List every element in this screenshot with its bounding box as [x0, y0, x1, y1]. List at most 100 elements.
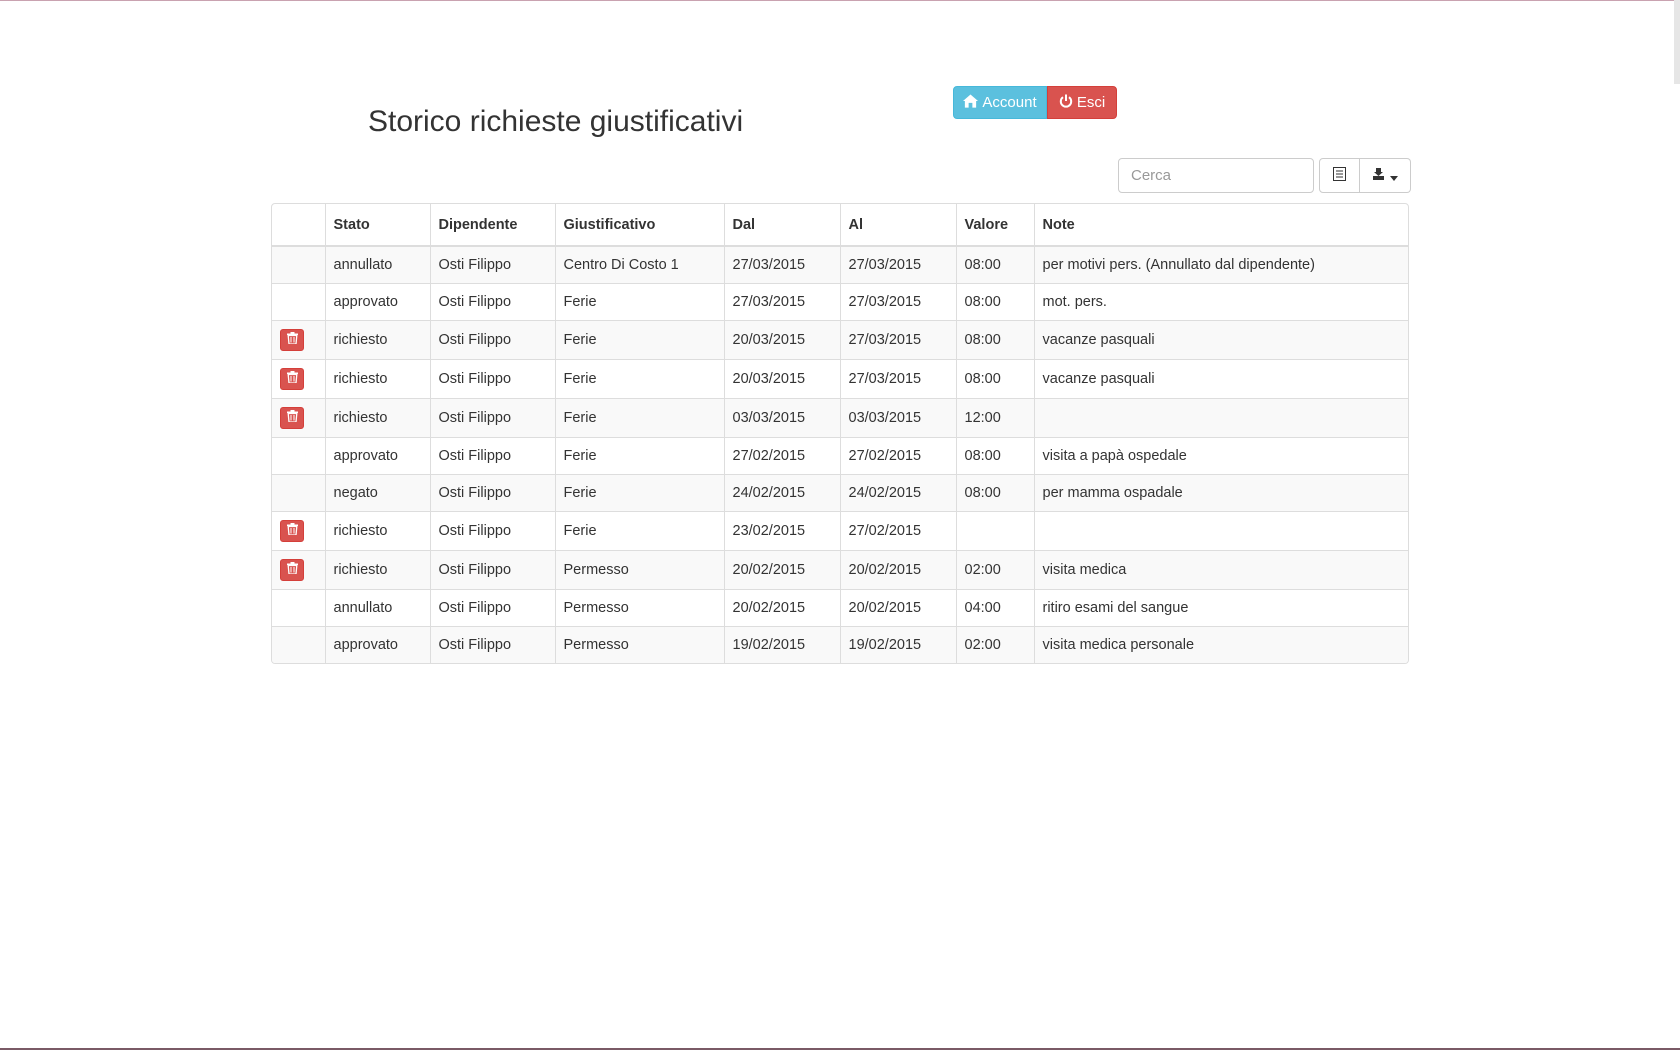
column-header-note[interactable]: Note	[1033, 204, 1408, 247]
page-title: Storico richieste giustificativi	[368, 105, 744, 138]
cell-dal: 20/02/2015	[723, 549, 840, 589]
cell-giustificativo: Permesso	[554, 588, 724, 626]
cell-stato: annullato	[324, 588, 430, 626]
column-header-giustificativo[interactable]: Giustificativo	[554, 204, 724, 247]
cell-dal: 03/03/2015	[723, 397, 840, 437]
cell-valore	[955, 510, 1034, 550]
table-row: approvato Osti Filippo Permesso 19/02/2015 1…	[272, 625, 1408, 663]
export-button[interactable]	[1360, 158, 1411, 193]
column-header-stato[interactable]: Stato	[324, 204, 430, 247]
cell-stato: negato	[324, 473, 430, 511]
cell-giustificativo: Ferie	[554, 436, 724, 474]
export-icon	[1372, 167, 1387, 184]
column-header-al[interactable]: Al	[839, 204, 956, 247]
delete-button[interactable]	[280, 519, 304, 542]
cell-al: 27/03/2015	[839, 246, 956, 283]
table-row: negato Osti Filippo Ferie 24/02/2015 24/02/2…	[272, 473, 1408, 511]
cell-dipendente: Osti Filippo	[429, 436, 555, 474]
trash-icon	[286, 522, 298, 539]
table-body: annullato Osti Filippo Centro Di Costo 1 27…	[272, 246, 1408, 663]
scrollbar[interactable]	[1674, 0, 1680, 84]
delete-button[interactable]	[280, 406, 304, 429]
cell-dal: 20/03/2015	[723, 319, 840, 359]
cell-dal: 24/02/2015	[723, 473, 840, 511]
cell-note: visita medica personale	[1033, 625, 1408, 663]
cell-valore: 08:00	[955, 473, 1034, 511]
cell-stato: richiesto	[324, 358, 430, 398]
cell-giustificativo: Ferie	[554, 473, 724, 511]
row-actions-cell	[272, 282, 325, 320]
cell-stato: richiesto	[324, 549, 430, 589]
cell-dal: 20/02/2015	[723, 588, 840, 626]
cell-stato: approvato	[324, 436, 430, 474]
trash-icon	[286, 331, 298, 348]
cell-note: per mamma ospadale	[1033, 473, 1408, 511]
requests-table: Stato Dipendente Giustificativo Dal Al V…	[271, 203, 1409, 664]
exit-button-label: Esci	[1076, 94, 1106, 111]
column-header-actions[interactable]	[272, 204, 325, 247]
table-tools	[1319, 158, 1411, 193]
account-button-label: Account	[982, 94, 1037, 111]
table-row: richiesto Osti Filippo Ferie 20/03/2015 27/0…	[272, 319, 1408, 359]
trash-icon	[286, 561, 298, 578]
exit-button[interactable]: Esci	[1047, 86, 1117, 119]
cell-dipendente: Osti Filippo	[429, 319, 555, 359]
column-header-valore[interactable]: Valore	[955, 204, 1034, 247]
cell-dipendente: Osti Filippo	[429, 397, 555, 437]
table-row: richiesto Osti Filippo Ferie 03/03/2015 03/0…	[272, 397, 1408, 437]
cell-stato: approvato	[324, 282, 430, 320]
search-input[interactable]	[1118, 158, 1314, 193]
cell-valore: 12:00	[955, 397, 1034, 437]
account-button[interactable]: Account	[953, 86, 1047, 119]
row-actions-cell	[272, 397, 325, 437]
cell-note	[1033, 397, 1408, 437]
cell-valore: 04:00	[955, 588, 1034, 626]
cell-valore: 02:00	[955, 625, 1034, 663]
power-icon	[1059, 94, 1073, 112]
row-actions-cell	[272, 436, 325, 474]
table-row: approvato Osti Filippo Ferie 27/02/2015 27/0…	[272, 436, 1408, 474]
column-header-dipendente[interactable]: Dipendente	[429, 204, 555, 247]
cell-dal: 27/03/2015	[723, 282, 840, 320]
trash-icon	[286, 370, 298, 387]
cell-stato: richiesto	[324, 397, 430, 437]
cell-giustificativo: Ferie	[554, 397, 724, 437]
home-icon	[963, 93, 979, 112]
row-actions-cell	[272, 473, 325, 511]
row-actions-cell	[272, 358, 325, 398]
table-row: approvato Osti Filippo Ferie 27/03/2015 27/0…	[272, 282, 1408, 320]
cell-giustificativo: Ferie	[554, 319, 724, 359]
delete-button[interactable]	[280, 367, 304, 390]
cell-al: 27/03/2015	[839, 282, 956, 320]
row-actions-cell	[272, 549, 325, 589]
cell-note: mot. pers.	[1033, 282, 1408, 320]
cell-giustificativo: Ferie	[554, 510, 724, 550]
delete-button[interactable]	[280, 328, 304, 351]
cell-note: visita a papà ospedale	[1033, 436, 1408, 474]
list-icon	[1333, 167, 1346, 184]
columns-button[interactable]	[1319, 158, 1360, 193]
delete-button[interactable]	[280, 558, 304, 581]
row-actions-cell	[272, 319, 325, 359]
cell-al: 27/02/2015	[839, 510, 956, 550]
cell-dal: 27/02/2015	[723, 436, 840, 474]
window-top-border	[0, 0, 1680, 1]
cell-dipendente: Osti Filippo	[429, 510, 555, 550]
cell-stato: annullato	[324, 246, 430, 283]
row-actions-cell	[272, 625, 325, 663]
table-row: richiesto Osti Filippo Ferie 20/03/2015 27/0…	[272, 358, 1408, 398]
table-row: annullato Osti Filippo Centro Di Costo 1 27…	[272, 246, 1408, 283]
header-button-group: Account Esci	[953, 86, 1117, 119]
cell-dipendente: Osti Filippo	[429, 358, 555, 398]
cell-note	[1033, 510, 1408, 550]
cell-dal: 20/03/2015	[723, 358, 840, 398]
cell-dipendente: Osti Filippo	[429, 282, 555, 320]
cell-al: 03/03/2015	[839, 397, 956, 437]
column-header-dal[interactable]: Dal	[723, 204, 840, 247]
cell-dipendente: Osti Filippo	[429, 246, 555, 283]
cell-dipendente: Osti Filippo	[429, 588, 555, 626]
cell-note: vacanze pasquali	[1033, 358, 1408, 398]
cell-stato: richiesto	[324, 510, 430, 550]
cell-dal: 27/03/2015	[723, 246, 840, 283]
trash-icon	[286, 409, 298, 426]
